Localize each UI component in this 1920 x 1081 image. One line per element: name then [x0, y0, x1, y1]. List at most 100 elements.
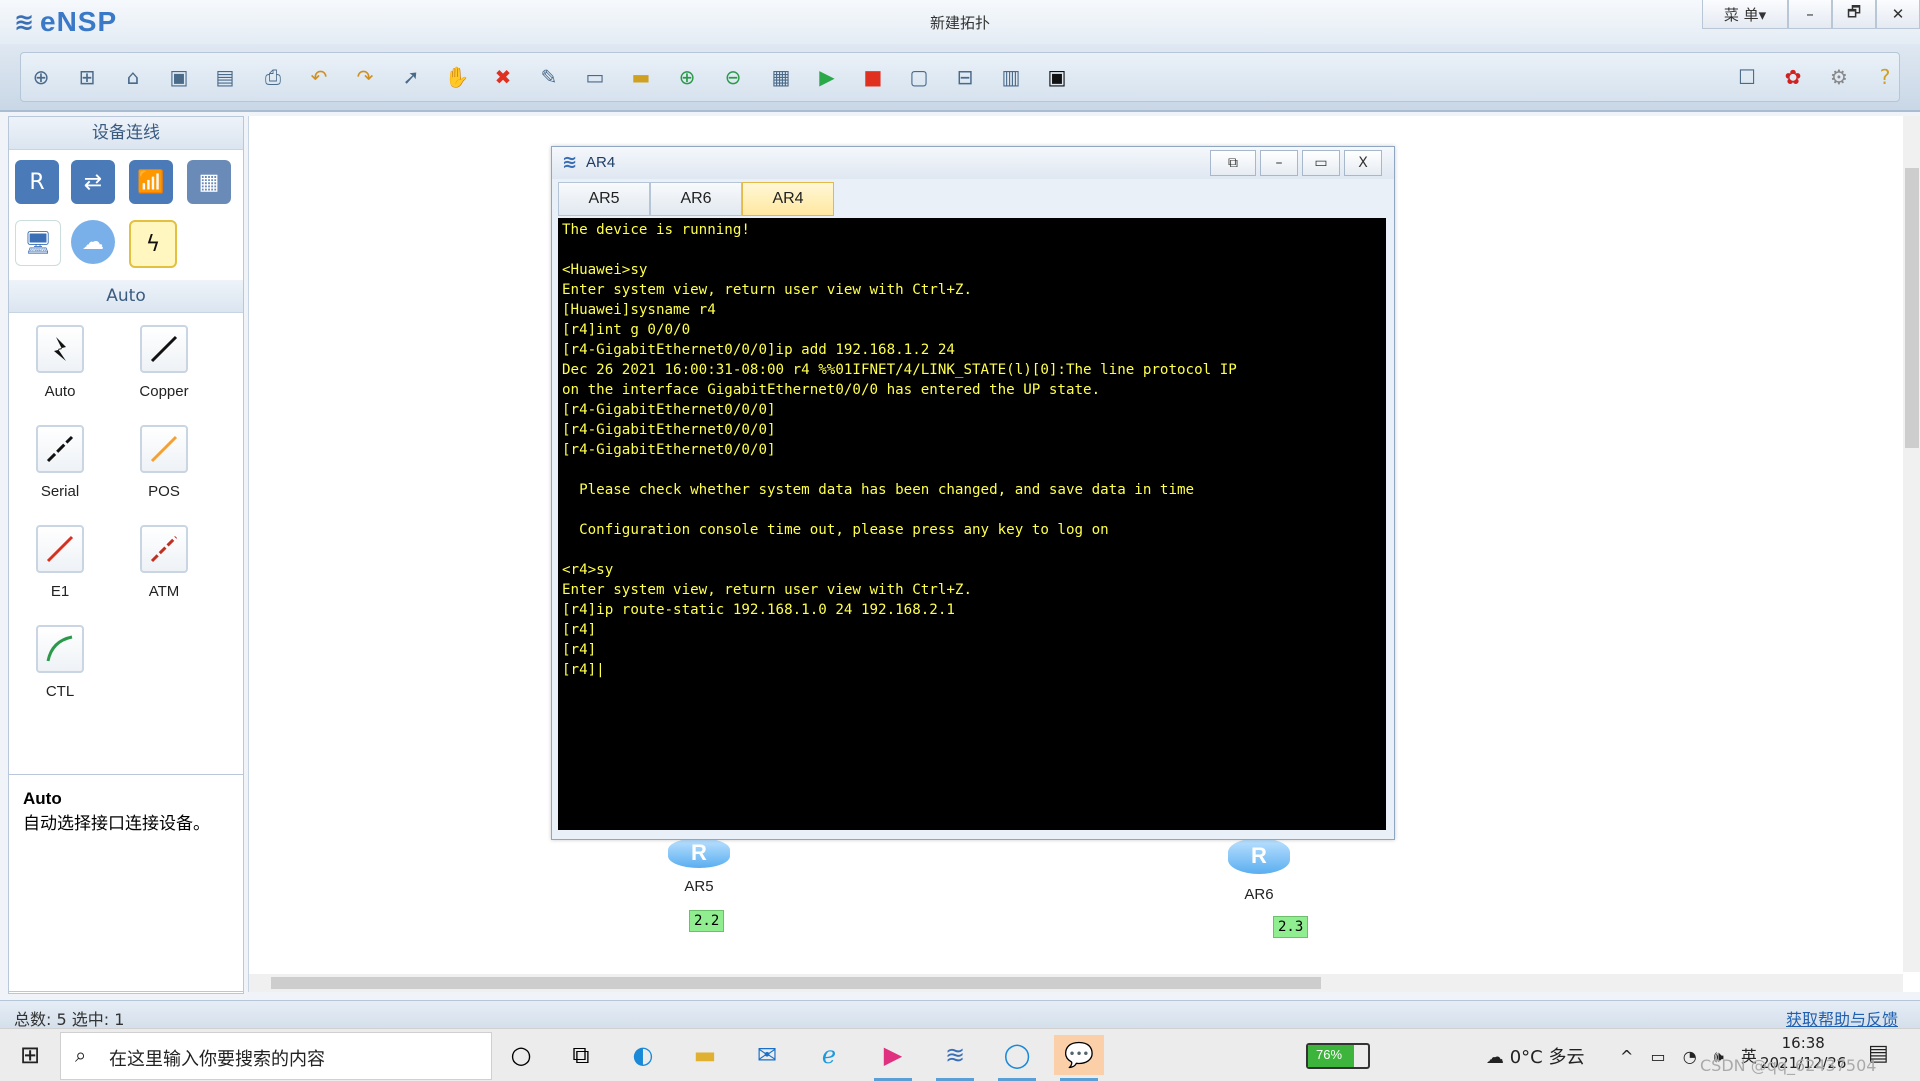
- app-logo: ≋ eNSP: [14, 6, 117, 38]
- terminal[interactable]: The device is running! <Huawei>sy Enter …: [558, 218, 1386, 830]
- pos-cable-icon: [140, 425, 188, 473]
- close-button[interactable]: ✕: [1876, 0, 1920, 29]
- router-category-icon[interactable]: R: [15, 160, 59, 204]
- mail-icon[interactable]: ✉: [742, 1035, 792, 1075]
- wlan-category-icon[interactable]: 📶: [129, 160, 173, 204]
- watermark: CSDN @qq_62437504: [1700, 1056, 1877, 1075]
- console-window[interactable]: ≋ AR4 ⧉ – ▭ X AR5 AR6 AR4 The device is …: [551, 146, 1395, 840]
- minimize-button[interactable]: –: [1788, 0, 1832, 29]
- settings-icon[interactable]: ⚙: [1825, 63, 1853, 91]
- router-icon: R: [668, 838, 730, 868]
- cable-serial[interactable]: Serial: [30, 425, 90, 500]
- vertical-scrollbar[interactable]: [1903, 116, 1920, 972]
- new-topology-icon[interactable]: ⊕: [27, 63, 55, 91]
- scroll-thumb[interactable]: [1905, 168, 1919, 448]
- cable-copper[interactable]: Copper: [134, 325, 194, 400]
- auto-connect-category-icon[interactable]: ϟ: [129, 220, 177, 268]
- undo-icon[interactable]: ↶: [305, 63, 333, 91]
- qq-browser-icon[interactable]: ◯: [992, 1035, 1042, 1081]
- cable-label: POS: [148, 483, 180, 500]
- tab-ar5[interactable]: AR5: [558, 182, 650, 216]
- horizontal-scrollbar[interactable]: [249, 974, 1903, 992]
- console-maximize-button[interactable]: ▭: [1302, 150, 1340, 176]
- console-minimize-button[interactable]: –: [1260, 150, 1298, 176]
- toolbar: ⊕ ⊞ ⌂ ▣ ▤ ⎙ ↶ ↷ ➚ ✋ ✖ ✎ ▭ ▬ ⊕ ⊖ ▦ ▶ ■ ▢ …: [0, 44, 1920, 112]
- switch-category-icon[interactable]: ⇄: [71, 160, 115, 204]
- grid-icon[interactable]: ▥: [997, 63, 1025, 91]
- print-icon[interactable]: ⎙: [259, 63, 287, 91]
- fit-icon[interactable]: ▦: [767, 63, 795, 91]
- ctl-cable-icon: [36, 625, 84, 673]
- select-icon[interactable]: ➚: [397, 63, 425, 91]
- router-node-ar5[interactable]: R AR5: [659, 838, 739, 895]
- taskbar-search-input[interactable]: ⌕ 在这里输入你要搜索的内容: [60, 1032, 492, 1080]
- ensp-icon[interactable]: ≋: [930, 1035, 980, 1081]
- weather-widget[interactable]: ☁ 0°C 多云: [1486, 1043, 1584, 1069]
- e1-cable-icon: [36, 525, 84, 573]
- pc-category-icon[interactable]: 🖥: [15, 220, 61, 266]
- firewall-category-icon[interactable]: ▦: [187, 160, 231, 204]
- status-counts: 总数: 5 选中: 1: [14, 1010, 125, 1029]
- file-explorer-icon[interactable]: ▬: [680, 1035, 730, 1075]
- search-placeholder: 在这里输入你要搜索的内容: [109, 1049, 325, 1070]
- cable-e1[interactable]: E1: [30, 525, 90, 600]
- cable-label: Copper: [139, 383, 189, 400]
- router-node-ar6[interactable]: R AR6: [1219, 838, 1299, 903]
- cloud-category-icon[interactable]: ☁: [71, 220, 115, 264]
- console-title-bar[interactable]: ≋ AR4 ⧉ – ▭ X: [552, 147, 1394, 179]
- menu-button[interactable]: 菜 单▾: [1702, 0, 1788, 29]
- ie-icon[interactable]: ℯ: [804, 1035, 854, 1075]
- copper-cable-icon: [140, 325, 188, 373]
- tile-button[interactable]: ⧉: [1210, 150, 1256, 176]
- console-icon[interactable]: ▣: [1043, 63, 1071, 91]
- console-title: AR4: [586, 154, 616, 171]
- start-icon[interactable]: ▶: [813, 63, 841, 91]
- serial-cable-icon: [36, 425, 84, 473]
- title-bar: ≋ eNSP 新建拓扑 菜 单▾ – 🗗 ✕: [0, 0, 1920, 45]
- save-icon[interactable]: ▣: [165, 63, 193, 91]
- capture-icon[interactable]: ▢: [905, 63, 933, 91]
- cable-label: Auto: [44, 383, 76, 400]
- console-close-button[interactable]: X: [1344, 150, 1382, 176]
- cable-label: ATM: [148, 583, 180, 600]
- chat-icon[interactable]: ☐: [1733, 63, 1761, 91]
- text-icon[interactable]: ▭: [581, 63, 609, 91]
- tab-ar4[interactable]: AR4: [742, 182, 834, 216]
- wechat-icon[interactable]: 💬: [1054, 1035, 1104, 1081]
- redo-icon[interactable]: ↷: [351, 63, 379, 91]
- help-icon[interactable]: ?: [1871, 63, 1899, 91]
- media-icon[interactable]: ▶: [868, 1035, 918, 1081]
- ensp-logo-icon: ≋: [14, 8, 35, 36]
- description-text: 自动选择接口连接设备。: [23, 814, 210, 834]
- clock-time: 16:38: [1781, 1034, 1825, 1052]
- stop-icon[interactable]: ■: [859, 63, 887, 91]
- cable-atm[interactable]: ATM: [134, 525, 194, 600]
- battery-indicator[interactable]: 76%: [1306, 1043, 1370, 1069]
- cable-auto[interactable]: Auto: [30, 325, 90, 400]
- delete-link-icon[interactable]: ✎: [535, 63, 563, 91]
- tab-ar6[interactable]: AR6: [650, 182, 742, 216]
- toolbar-strip: ⊕ ⊞ ⌂ ▣ ▤ ⎙ ↶ ↷ ➚ ✋ ✖ ✎ ▭ ▬ ⊕ ⊖ ▦ ▶ ■ ▢ …: [20, 52, 1900, 102]
- help-feedback-link[interactable]: 获取帮助与反馈: [1786, 1006, 1898, 1030]
- ip-label: 2.3: [1273, 916, 1309, 938]
- restore-button[interactable]: 🗗: [1832, 0, 1876, 29]
- cortana-icon[interactable]: ○: [496, 1035, 546, 1075]
- windows-start-icon[interactable]: ⊞: [12, 1039, 48, 1071]
- cable-pos[interactable]: POS: [134, 425, 194, 500]
- new-project-icon[interactable]: ⊞: [73, 63, 101, 91]
- huawei-icon[interactable]: ✿: [1779, 63, 1807, 91]
- zoom-in-icon[interactable]: ⊕: [673, 63, 701, 91]
- scroll-thumb[interactable]: [271, 977, 1321, 989]
- pan-icon[interactable]: ✋: [443, 63, 471, 91]
- open-icon[interactable]: ⌂: [119, 63, 147, 91]
- search-icon: ⌕: [75, 1043, 87, 1067]
- task-view-icon[interactable]: ⧉: [556, 1035, 606, 1075]
- delete-icon[interactable]: ✖: [489, 63, 517, 91]
- topology-icon[interactable]: ⊟: [951, 63, 979, 91]
- zoom-out-icon[interactable]: ⊖: [719, 63, 747, 91]
- cable-ctl[interactable]: CTL: [30, 625, 90, 700]
- router-icon: R: [1228, 838, 1290, 874]
- rectangle-icon[interactable]: ▬: [627, 63, 655, 91]
- edge-icon[interactable]: ◐: [618, 1035, 668, 1075]
- save-as-icon[interactable]: ▤: [211, 63, 239, 91]
